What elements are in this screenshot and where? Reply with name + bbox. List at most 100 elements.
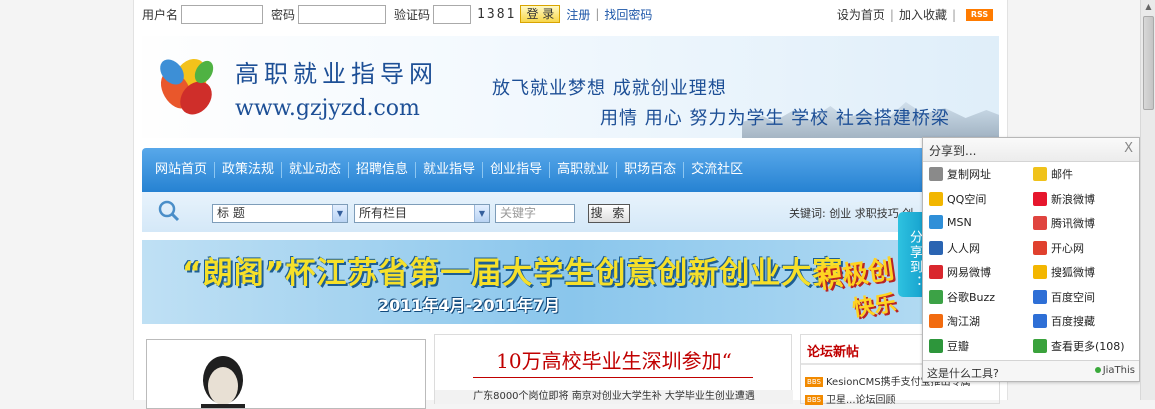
rss-icon[interactable]: RSS bbox=[966, 8, 993, 21]
close-icon[interactable]: X bbox=[1124, 141, 1133, 156]
captcha-input[interactable] bbox=[433, 4, 472, 24]
nav-item-startup[interactable]: 创业指导 bbox=[483, 162, 551, 178]
taojianghu-icon bbox=[929, 314, 943, 328]
site-logo-icon[interactable] bbox=[152, 50, 222, 122]
share-item-label: 邮件 bbox=[1051, 168, 1073, 181]
nav-item-news[interactable]: 就业动态 bbox=[282, 162, 350, 178]
scrollbar-thumb[interactable] bbox=[1143, 16, 1154, 110]
forum-item[interactable]: BBS 卫星...论坛回顾 bbox=[805, 391, 896, 406]
share-item-label: MSN bbox=[947, 215, 972, 229]
site-url: www.gzjyzd.com bbox=[235, 96, 420, 121]
headline-title[interactable]: 10万高校毕业生深圳参加“ bbox=[435, 345, 793, 374]
separator: | bbox=[889, 7, 894, 22]
more-icon bbox=[1033, 338, 1047, 353]
slogan-line-1: 放飞就业梦想 成就创业理想 bbox=[492, 78, 727, 99]
hot-keywords[interactable]: 关键词: 创业 求职技巧 创 bbox=[789, 205, 913, 221]
sohu-weibo-icon bbox=[1033, 265, 1047, 279]
share-item-kaixin[interactable]: 开心网 bbox=[1033, 240, 1084, 256]
share-item-label: 搜狐微博 bbox=[1051, 266, 1095, 279]
nav-item-policy[interactable]: 政策法规 bbox=[215, 162, 283, 178]
share-item-qzone[interactable]: QQ空间 bbox=[929, 191, 986, 207]
chevron-down-icon: ▼ bbox=[474, 205, 489, 222]
nav-item-home[interactable]: 网站首页 bbox=[148, 162, 216, 178]
baidu-space-icon bbox=[1033, 289, 1047, 304]
search-bar: 标 题 ▼ 所有栏目 ▼ 关键字 搜 索 关键词: 创业 求职技巧 创 bbox=[142, 192, 999, 232]
username-label: 用户名 bbox=[142, 7, 179, 22]
username-input[interactable] bbox=[181, 4, 264, 24]
banner-date: 2011年4月-2011年7月 bbox=[378, 296, 560, 315]
share-item-label: 复制网址 bbox=[947, 168, 991, 181]
share-item-msn[interactable]: MSN bbox=[929, 215, 972, 229]
sina-weibo-icon bbox=[1033, 191, 1047, 206]
jiathis-label: JiaThis bbox=[1102, 365, 1135, 376]
register-link[interactable]: 注册 bbox=[566, 6, 590, 23]
share-item-label: 百度空间 bbox=[1051, 290, 1095, 304]
search-button[interactable]: 搜 索 bbox=[588, 204, 630, 223]
nav-item-vocational[interactable]: 高职就业 bbox=[550, 162, 618, 178]
share-item-more[interactable]: 查看更多(108) bbox=[1033, 338, 1125, 354]
kaixin-icon bbox=[1033, 240, 1047, 255]
captcha-code[interactable]: 1381 bbox=[477, 7, 516, 22]
password-input[interactable] bbox=[298, 4, 387, 24]
share-item-label: 查看更多(108) bbox=[1051, 339, 1125, 353]
forum-item-text: 卫星...论坛回顾 bbox=[826, 395, 896, 406]
login-bar: 用户名 密码 验证码 1381 登 录 注册 | 找回密码 设为首页 | 加入收… bbox=[134, 0, 1009, 28]
bbs-icon: BBS bbox=[805, 395, 823, 405]
share-item-label: 谷歌Buzz bbox=[947, 290, 996, 304]
share-item-google-buzz[interactable]: 谷歌Buzz bbox=[929, 289, 995, 305]
forgot-password-link[interactable]: 找回密码 bbox=[604, 6, 652, 23]
field-select-value: 标 题 bbox=[217, 206, 245, 220]
scroll-up-icon[interactable]: ▲ bbox=[1143, 2, 1154, 14]
person-photo-icon bbox=[201, 356, 245, 408]
login-button[interactable]: 登 录 bbox=[520, 5, 561, 23]
share-item-label: QQ空间 bbox=[947, 192, 987, 206]
search-icon bbox=[158, 200, 180, 222]
share-item-douban[interactable]: 豆瓣 bbox=[929, 338, 969, 354]
add-favorite-link[interactable]: 加入收藏 bbox=[899, 6, 947, 23]
jiathis-link[interactable]: JiaThis bbox=[1094, 365, 1135, 376]
featured-photo[interactable] bbox=[146, 339, 426, 409]
nav-item-workplace[interactable]: 职场百态 bbox=[617, 162, 685, 178]
mail-icon bbox=[1033, 167, 1047, 181]
share-item-copy[interactable]: 复制网址 bbox=[929, 166, 991, 182]
headline-summary[interactable]: 广东8000个岗位即将 南京对创业大学生补 大学毕业生创业遭遇 bbox=[435, 390, 793, 404]
copy-icon bbox=[929, 167, 943, 181]
netease-weibo-icon bbox=[929, 265, 943, 279]
nav-item-guidance[interactable]: 就业指导 bbox=[416, 162, 484, 178]
column-select[interactable]: 所有栏目 ▼ bbox=[354, 204, 490, 223]
share-item-label: 淘江湖 bbox=[947, 315, 980, 328]
share-item-label: 百度搜藏 bbox=[1051, 315, 1095, 328]
share-item-netease-weibo[interactable]: 网易微博 bbox=[929, 264, 991, 280]
share-item-label: 网易微博 bbox=[947, 266, 991, 279]
share-item-baidu-cang[interactable]: 百度搜藏 bbox=[1033, 313, 1095, 329]
share-item-taojianghu[interactable]: 淘江湖 bbox=[929, 313, 980, 329]
nav-item-recruitment[interactable]: 招聘信息 bbox=[349, 162, 417, 178]
column-select-value: 所有栏目 bbox=[359, 206, 408, 220]
share-item-renren[interactable]: 人人网 bbox=[929, 240, 980, 256]
share-item-sina-weibo[interactable]: 新浪微博 bbox=[1033, 191, 1095, 207]
headline-divider bbox=[473, 377, 753, 378]
vertical-scrollbar[interactable]: ▲ bbox=[1140, 0, 1155, 400]
share-item-baidu-space[interactable]: 百度空间 bbox=[1033, 289, 1095, 305]
share-item-label: 豆瓣 bbox=[947, 339, 969, 353]
chevron-down-icon: ▼ bbox=[332, 205, 347, 222]
share-item-tencent-weibo[interactable]: 腾讯微博 bbox=[1033, 215, 1095, 231]
msn-icon bbox=[929, 215, 943, 229]
share-item-label: 人人网 bbox=[947, 241, 980, 255]
keyword-input[interactable]: 关键字 bbox=[495, 204, 575, 223]
share-item-mail[interactable]: 邮件 bbox=[1033, 166, 1073, 182]
nav-item-community[interactable]: 交流社区 bbox=[684, 162, 750, 178]
share-panel-footer: 这是什么工具? JiaThis bbox=[923, 360, 1139, 381]
set-homepage-link[interactable]: 设为首页 bbox=[837, 6, 885, 23]
jiathis-icon bbox=[1094, 367, 1101, 373]
douban-icon bbox=[929, 338, 943, 353]
share-tab[interactable]: 分享到： bbox=[898, 212, 922, 297]
share-item-sohu-weibo[interactable]: 搜狐微博 bbox=[1033, 264, 1095, 280]
what-is-this-link[interactable]: 这是什么工具? bbox=[927, 365, 999, 381]
main-nav: 网站首页 政策法规 就业动态 招聘信息 就业指导 创业指导 高职就业 职场百态 … bbox=[142, 148, 999, 192]
captcha-label: 验证码 bbox=[394, 7, 431, 22]
contest-banner[interactable]: “朗阁”杯江苏省第一届大学生创意创新创业大赛 2011年4月-2011年7月 积… bbox=[142, 240, 999, 324]
renren-icon bbox=[929, 240, 943, 255]
banner-slogan-2: 快乐 bbox=[850, 291, 898, 322]
field-select[interactable]: 标 题 ▼ bbox=[212, 204, 348, 223]
